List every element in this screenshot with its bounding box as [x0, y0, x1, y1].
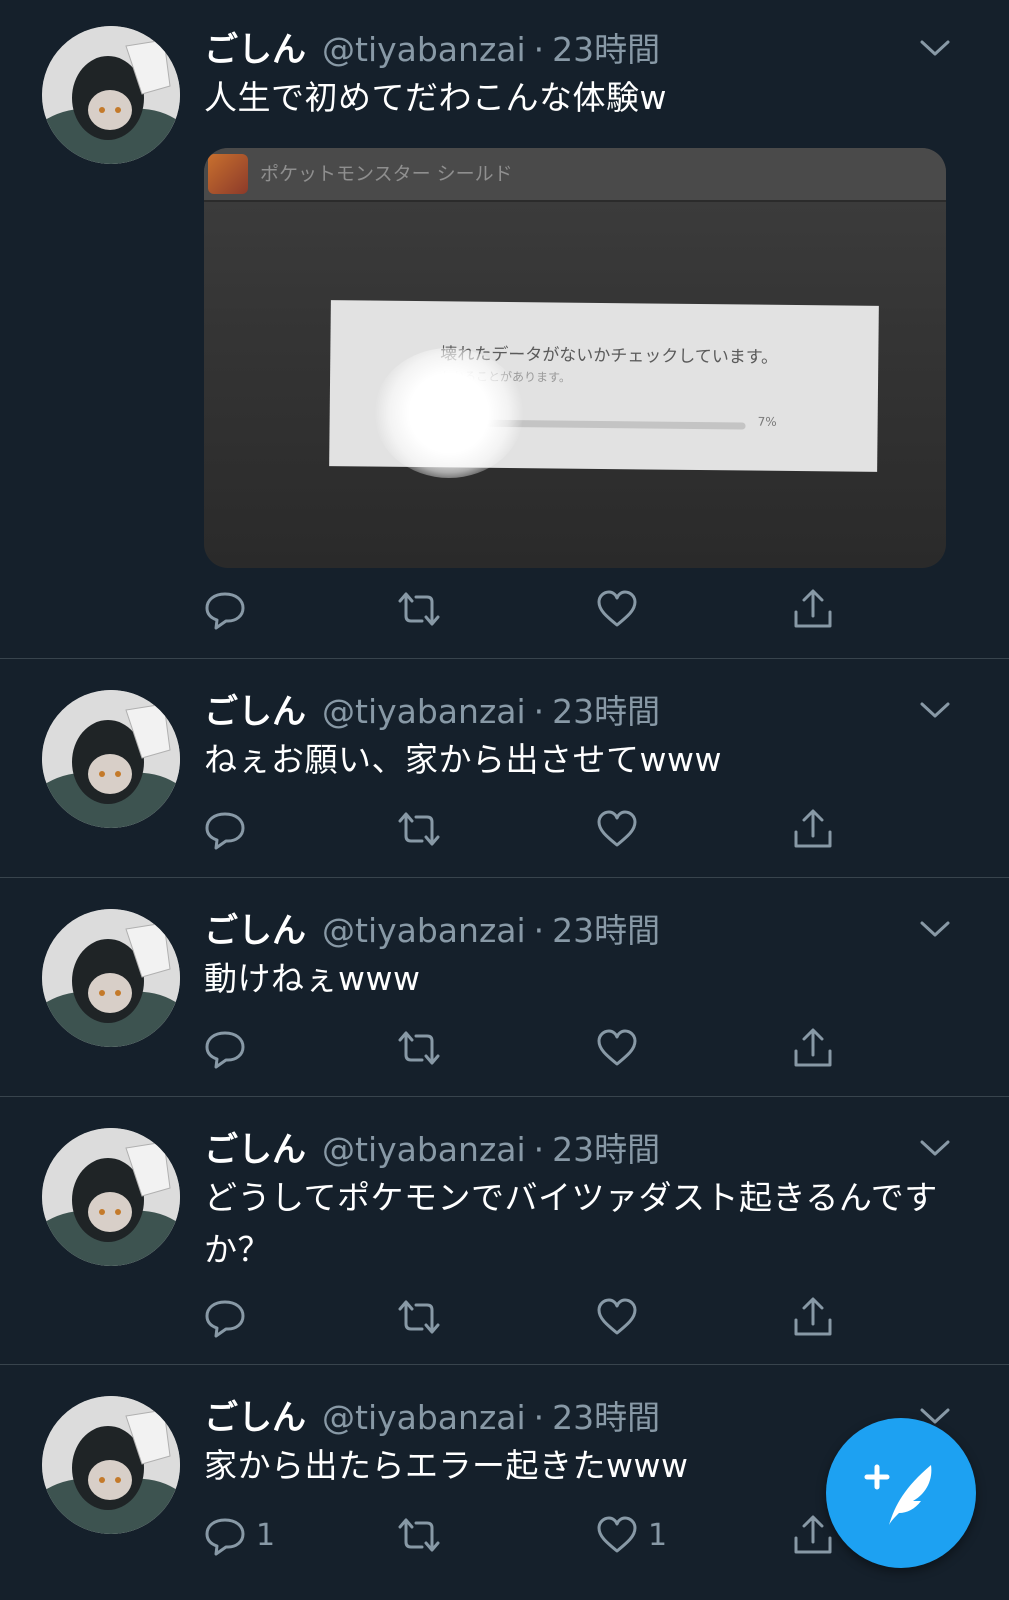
avatar-image — [42, 26, 180, 164]
compose-tweet-button[interactable] — [826, 1418, 976, 1568]
separator-dot: · — [533, 1398, 545, 1437]
like-icon — [597, 1516, 637, 1553]
reply-icon — [205, 1300, 245, 1338]
timestamp[interactable]: 23時間 — [552, 1123, 660, 1171]
like-button[interactable] — [596, 806, 648, 852]
separator-dot: · — [533, 30, 545, 69]
reply-icon — [205, 1031, 245, 1069]
retweet-button[interactable] — [396, 806, 452, 852]
tweet-actions — [204, 1294, 844, 1340]
retweet-icon — [398, 1300, 440, 1334]
display-name[interactable]: ごしん — [204, 684, 306, 733]
game-title: ポケットモンスター シールド — [260, 163, 513, 185]
chevron-down-icon[interactable] — [919, 919, 951, 939]
tweet[interactable]: ごしん @tiyabanzai · 23時間 どうしてポケモンでバイツァダスト起… — [0, 1096, 1009, 1365]
separator-dot: · — [533, 692, 545, 731]
timestamp[interactable]: 23時間 — [552, 685, 660, 733]
share-icon — [794, 1028, 832, 1067]
chevron-down-icon[interactable] — [919, 38, 951, 58]
user-handle[interactable]: @tiyabanzai — [322, 30, 526, 69]
tweet[interactable]: ごしん @tiyabanzai · 23時間 人生で初めてだわこんな体験w ポケ… — [0, 0, 1009, 659]
chevron-down-icon[interactable] — [919, 1138, 951, 1158]
display-name[interactable]: ごしん — [204, 22, 306, 71]
reply-button[interactable] — [204, 586, 256, 632]
retweet-button[interactable] — [396, 1294, 452, 1340]
display-name[interactable]: ごしん — [204, 903, 306, 952]
avatar[interactable] — [42, 909, 180, 1047]
tweet-media-image[interactable]: ポケットモンスター シールド 壊れたデータがないかチェックしています。 かかるこ… — [204, 148, 946, 568]
retweet-icon — [398, 812, 440, 846]
like-icon — [597, 1029, 637, 1066]
user-handle[interactable]: @tiyabanzai — [322, 1398, 526, 1437]
avatar[interactable] — [42, 26, 180, 164]
avatar-image — [42, 1396, 180, 1534]
display-name[interactable]: ごしん — [204, 1390, 306, 1439]
avatar-image — [42, 690, 180, 828]
display-name[interactable]: ごしん — [204, 1122, 306, 1171]
share-button[interactable] — [792, 586, 834, 632]
tweet[interactable]: ごしん @tiyabanzai · 23時間 ねぇお願い、家から出させてwww — [0, 658, 1009, 878]
separator-dot: · — [533, 1130, 545, 1169]
retweet-button[interactable] — [396, 1025, 452, 1071]
timestamp[interactable]: 23時間 — [552, 23, 660, 71]
retweet-button[interactable] — [396, 1512, 452, 1558]
tweet-actions — [204, 586, 844, 632]
progress-label: 7% — [757, 414, 777, 429]
tweet-actions — [204, 806, 844, 852]
share-button[interactable] — [792, 1512, 834, 1558]
avatar[interactable] — [42, 1396, 180, 1534]
reply-button[interactable]: 1 — [204, 1512, 275, 1558]
reply-icon — [205, 812, 245, 850]
like-icon — [597, 590, 637, 627]
timestamp[interactable]: 23時間 — [552, 904, 660, 952]
tweet-text: ねぇお願い、家から出させてwww — [204, 740, 722, 779]
like-button[interactable] — [596, 1294, 648, 1340]
chevron-down-icon[interactable] — [919, 700, 951, 720]
game-icon — [208, 154, 248, 194]
share-button[interactable] — [792, 806, 834, 852]
like-icon — [597, 1298, 637, 1335]
tweet-actions: 1 1 — [204, 1512, 844, 1558]
tweet-text: 動けねぇwww — [204, 959, 421, 998]
share-icon — [794, 809, 832, 848]
share-icon — [794, 1515, 832, 1554]
like-button[interactable] — [596, 1025, 648, 1071]
reply-button[interactable] — [204, 1294, 256, 1340]
like-button[interactable]: 1 — [596, 1512, 667, 1558]
avatar-image — [42, 909, 180, 1047]
reply-count: 1 — [256, 1517, 276, 1553]
share-icon — [794, 589, 832, 628]
avatar[interactable] — [42, 1128, 180, 1266]
share-button[interactable] — [792, 1294, 834, 1340]
user-handle[interactable]: @tiyabanzai — [322, 911, 526, 950]
retweet-icon — [398, 1518, 440, 1552]
reply-icon — [205, 1518, 245, 1556]
tweet-text: 人生で初めてだわこんな体験w — [204, 78, 667, 117]
avatar[interactable] — [42, 690, 180, 828]
game-title-bar: ポケットモンスター シールド — [204, 148, 946, 202]
tweet[interactable]: ごしん @tiyabanzai · 23時間 動けねぇwww — [0, 877, 1009, 1097]
timestamp[interactable]: 23時間 — [552, 1391, 660, 1439]
reply-button[interactable] — [204, 806, 256, 852]
user-handle[interactable]: @tiyabanzai — [322, 692, 526, 731]
avatar-image — [42, 1128, 180, 1266]
tweet-actions — [204, 1025, 844, 1071]
retweet-icon — [398, 592, 440, 626]
share-icon — [794, 1297, 832, 1336]
like-icon — [597, 810, 637, 847]
share-button[interactable] — [792, 1025, 834, 1071]
user-handle[interactable]: @tiyabanzai — [322, 1130, 526, 1169]
compose-tweet-icon — [864, 1464, 932, 1525]
like-count: 1 — [648, 1517, 668, 1553]
tweet-text: どうしてポケモンでバイツァダスト起きるんですか？ — [204, 1178, 938, 1269]
retweet-icon — [398, 1031, 440, 1065]
reply-button[interactable] — [204, 1025, 256, 1071]
light-glare — [374, 348, 524, 478]
reply-icon — [205, 592, 245, 630]
retweet-button[interactable] — [396, 586, 452, 632]
like-button[interactable] — [596, 586, 648, 632]
separator-dot: · — [533, 911, 545, 950]
